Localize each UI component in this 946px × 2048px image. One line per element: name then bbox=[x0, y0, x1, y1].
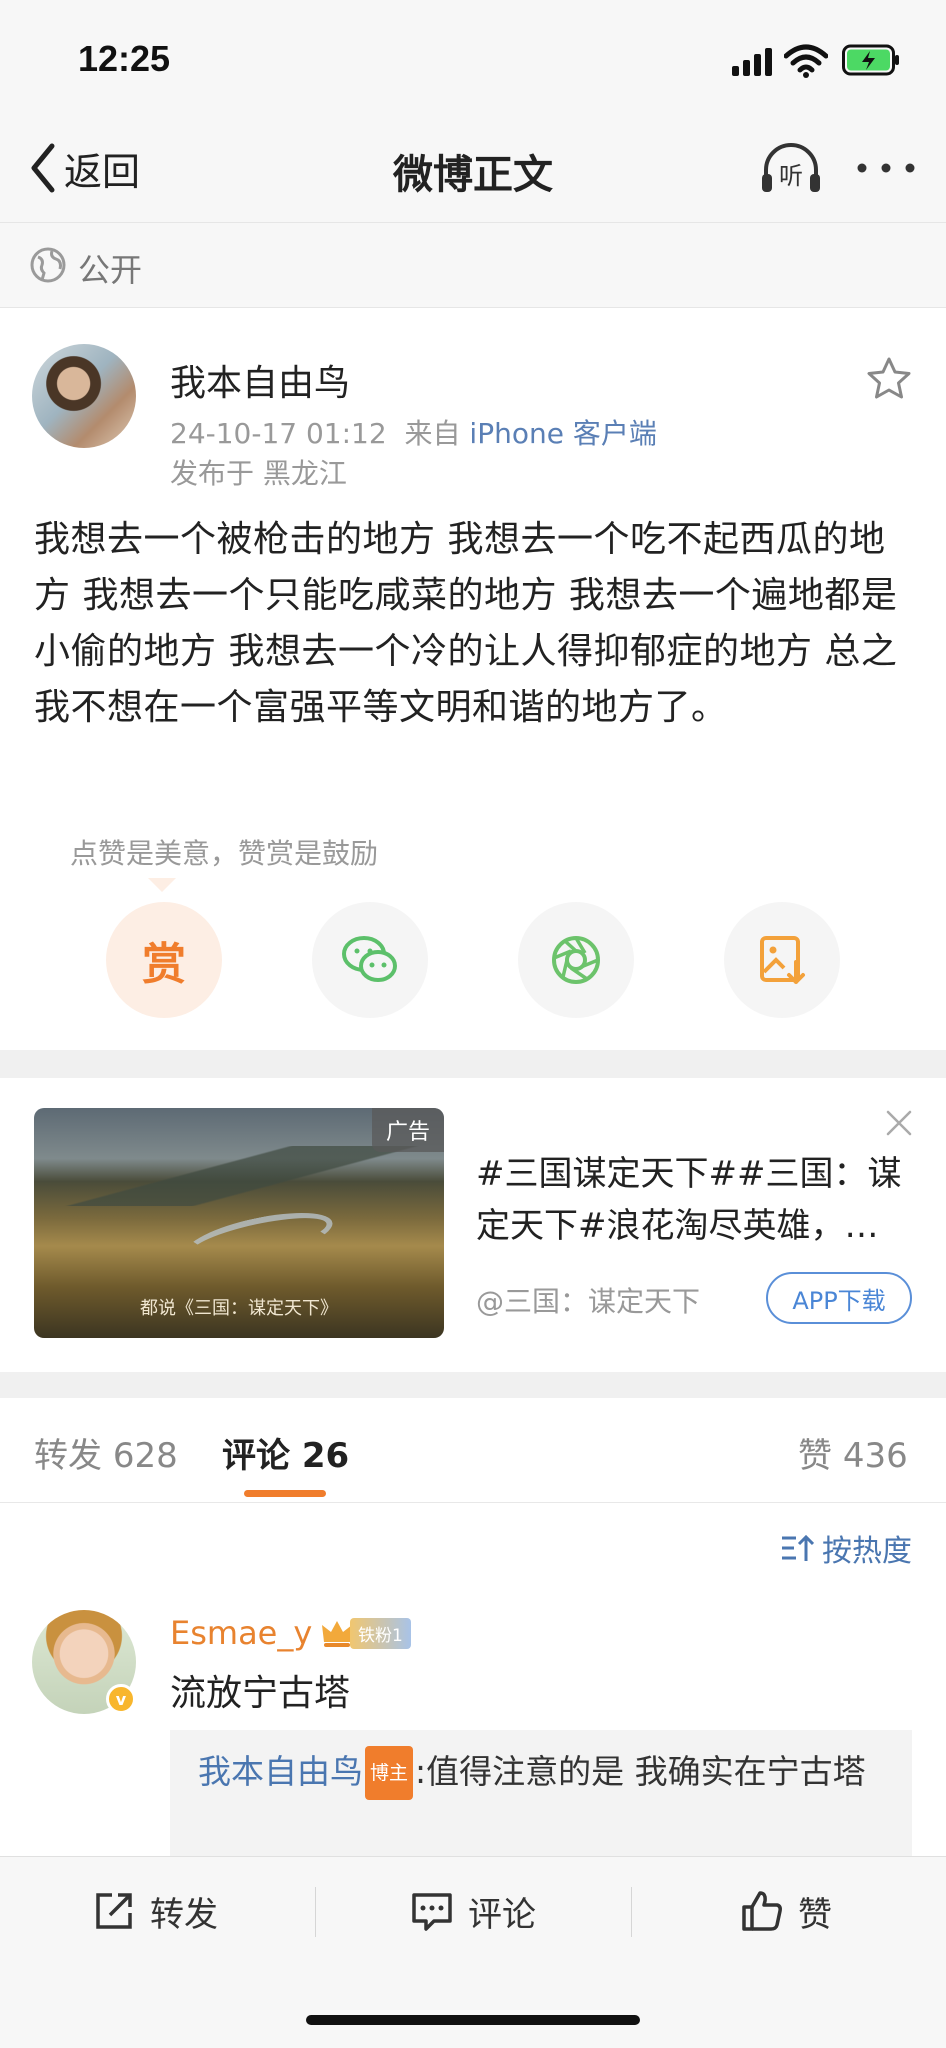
ad-source: @三国：谋定天下 bbox=[476, 1285, 701, 1318]
commenter-name[interactable]: Esmae_y bbox=[170, 1614, 312, 1652]
fan-badge-label: 铁粉1 bbox=[350, 1617, 411, 1649]
repost-label: 转发 bbox=[150, 1894, 218, 1935]
reward-icon: 赏 bbox=[142, 939, 186, 990]
like-button[interactable]: 赞 bbox=[740, 1883, 832, 1939]
post-client[interactable]: iPhone 客户端 bbox=[469, 417, 656, 450]
verified-badge-icon: v bbox=[106, 1684, 136, 1714]
ad-download-button[interactable]: APP下载 bbox=[766, 1272, 912, 1324]
save-image-icon bbox=[760, 936, 805, 984]
reward-button[interactable]: 赏 bbox=[106, 902, 222, 1018]
reply-text: :值得注意的是 我确实在宁古塔 bbox=[415, 1752, 866, 1791]
ad-image[interactable]: 都说《三国：谋定天下》 广告 bbox=[34, 1108, 444, 1338]
listen-headphones-icon[interactable]: 听 bbox=[760, 140, 822, 196]
author-name[interactable]: 我本自由鸟 bbox=[170, 354, 350, 406]
ad-image-caption: 都说《三国：谋定天下》 bbox=[140, 1298, 338, 1319]
moments-icon bbox=[552, 936, 600, 984]
more-options-icon[interactable] bbox=[856, 160, 916, 176]
author-avatar[interactable] bbox=[32, 344, 136, 448]
post-time: 24-10-17 01:12 bbox=[170, 417, 387, 450]
home-indicator bbox=[306, 2015, 640, 2025]
share-wechat-button[interactable] bbox=[312, 902, 428, 1018]
crown-icon bbox=[322, 1621, 352, 1647]
reward-tip: 点赞是美意，赞赏是鼓励 bbox=[70, 837, 379, 870]
visibility-label: 公开 bbox=[78, 251, 143, 289]
section-divider bbox=[0, 1050, 946, 1078]
comment-text: 流放宁古塔 bbox=[170, 1673, 351, 1714]
like-label: 赞 bbox=[798, 1894, 832, 1935]
post-text: 我想去一个被枪击的地方 我想去一个吃不起西瓜的地方 我想去一个只能吃咸菜的地方 … bbox=[34, 519, 898, 728]
sort-label: 按热度 bbox=[822, 1534, 912, 1569]
tab-comment-count: 26 bbox=[301, 1436, 350, 1476]
tab-like-count: 436 bbox=[842, 1436, 908, 1476]
favorite-star-icon[interactable] bbox=[866, 356, 912, 400]
top-bar: 12:25 返回 微博正文 听 bbox=[0, 0, 946, 222]
close-ad-icon[interactable] bbox=[884, 1108, 914, 1138]
host-tag: 博主 bbox=[365, 1746, 414, 1800]
comment-icon bbox=[412, 1893, 452, 1931]
repost-icon bbox=[96, 1893, 132, 1929]
tab-repost[interactable]: 转发 628 bbox=[34, 1428, 178, 1477]
post-location: 发布于 黑龙江 bbox=[170, 457, 347, 490]
post-from-prefix: 来自 bbox=[404, 417, 461, 450]
share-moments-button[interactable] bbox=[518, 902, 634, 1018]
globe-icon bbox=[30, 247, 66, 283]
sort-button[interactable]: 按热度 bbox=[780, 1526, 912, 1570]
comment-button[interactable]: 评论 bbox=[410, 1883, 536, 1939]
tabs-divider bbox=[0, 1502, 946, 1503]
tab-repost-label: 转发 bbox=[34, 1436, 102, 1476]
visibility-bar: 公开 bbox=[0, 222, 946, 308]
wechat-icon bbox=[342, 936, 397, 982]
listen-label: 听 bbox=[779, 162, 803, 190]
wifi-icon bbox=[784, 44, 828, 78]
sort-icon bbox=[782, 1534, 814, 1561]
save-image-button[interactable] bbox=[724, 902, 840, 1018]
cellular-signal-icon bbox=[732, 48, 772, 76]
comment-label: 评论 bbox=[468, 1894, 536, 1935]
fan-badge: 铁粉1 bbox=[320, 1616, 411, 1650]
ad-badge: 广告 bbox=[371, 1108, 444, 1152]
thumbs-up-icon bbox=[742, 1891, 782, 1931]
battery-charging-icon bbox=[842, 44, 899, 76]
bottom-action-bar: 转发 评论 赞 bbox=[0, 1856, 946, 2048]
tooltip-caret bbox=[148, 878, 176, 892]
tab-comment[interactable]: 评论 26 bbox=[222, 1428, 349, 1477]
tab-like[interactable]: 赞 436 bbox=[798, 1428, 908, 1477]
active-tab-indicator bbox=[244, 1490, 326, 1497]
tab-repost-count: 628 bbox=[112, 1436, 178, 1476]
repost-button[interactable]: 转发 bbox=[92, 1883, 218, 1939]
section-divider bbox=[0, 1372, 946, 1398]
tab-like-label: 赞 bbox=[798, 1436, 832, 1476]
post-meta: 24-10-17 01:12 来自 iPhone 客户端 bbox=[170, 412, 657, 452]
reply-preview[interactable]: 我本自由鸟 博主:值得注意的是 我确实在宁古塔 bbox=[170, 1730, 912, 1856]
tab-comment-label: 评论 bbox=[222, 1436, 290, 1476]
status-time: 12:25 bbox=[78, 38, 171, 79]
reply-author[interactable]: 我本自由鸟 bbox=[198, 1752, 363, 1791]
ad-title[interactable]: #三国谋定天下##三国：谋定天下#浪花淘尽英雄，… bbox=[476, 1148, 916, 1252]
